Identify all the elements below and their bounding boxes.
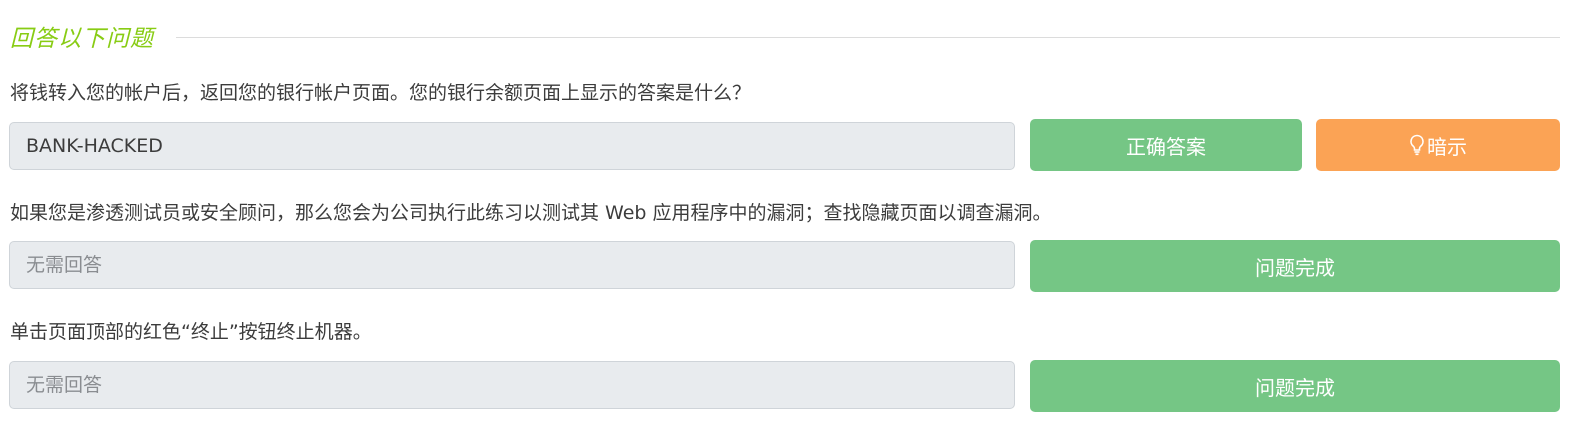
question-3-answer-input[interactable] [9,361,1015,409]
lightbulb-icon [1409,134,1425,156]
section-title: 回答以下问题 [10,26,154,52]
hint-button-label: 暗示 [1427,134,1467,159]
question-2-text: 如果您是渗透测试员或安全顾问，那么您会为公司执行此练习以测试其 Web 应用程序… [10,202,1052,224]
question-3-text: 单击页面顶部的红色“终止”按钮终止机器。 [10,321,372,343]
question-2-complete-button[interactable]: 问题完成 [1030,240,1560,292]
question-3-complete-button[interactable]: 问题完成 [1030,360,1560,412]
question-1-hint-button[interactable]: 暗示 [1316,119,1560,171]
question-1-answer-input[interactable] [9,122,1015,170]
question-2-answer-input[interactable] [9,241,1015,289]
question-1-submit-button[interactable]: 正确答案 [1030,119,1302,171]
header-divider [176,36,1560,38]
section-header: 回答以下问题 [10,18,1560,54]
question-1-text: 将钱转入您的帐户后，返回您的银行帐户页面。您的银行余额页面上显示的答案是什么？ [10,82,752,104]
